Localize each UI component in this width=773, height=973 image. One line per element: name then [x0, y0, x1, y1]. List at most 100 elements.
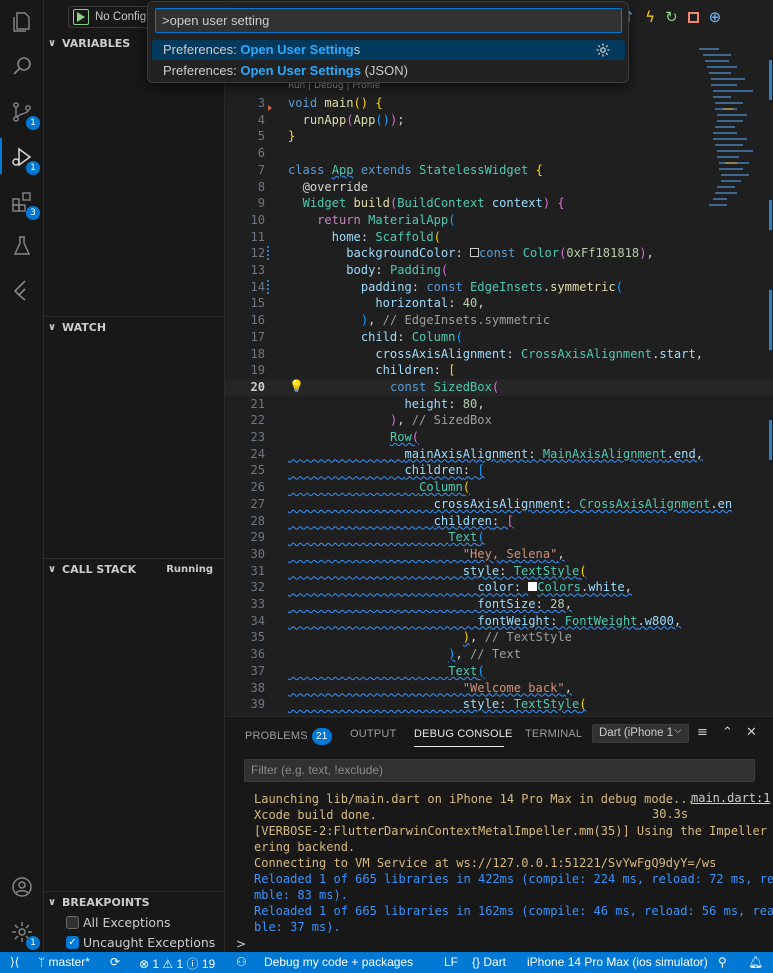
run-debug-icon[interactable]: 1: [8, 143, 40, 175]
breakpoint-label: Uncaught Exceptions: [83, 934, 216, 950]
code-line: 7 class App extends StatelessWidget {: [257, 162, 543, 177]
code-line: 11 home: Scaffold(: [250, 229, 441, 244]
breakpoint-uncaught-exceptions[interactable]: ✓ Uncaught Exceptions: [66, 932, 215, 952]
code-line: 15 horizontal: 40,: [250, 296, 485, 311]
stop-icon[interactable]: [687, 11, 699, 23]
flutter-icon[interactable]: [8, 276, 36, 304]
chevron-down-icon: ∨: [48, 897, 57, 908]
bottom-panel: PROBLEMS 21 OUTPUT DEBUG CONSOLE TERMINAL…: [225, 716, 773, 952]
maximize-panel-icon[interactable]: ⌃: [722, 725, 733, 740]
console-source-link[interactable]: main.dart:1: [691, 791, 770, 805]
code-line: 36 ), // Text: [250, 647, 521, 662]
editor-scrollbar[interactable]: [766, 0, 773, 716]
status-bar: ⟩⟨ ᛘ master* ⟳ ⊗ 1 ⚠ 1 ⓘ 19 ⚇ Debug my c…: [0, 952, 773, 973]
source-control-icon[interactable]: 1: [8, 98, 40, 130]
repl-prompt[interactable]: >: [236, 937, 246, 951]
console-line: Launching lib/main.dart on iPhone 14 Pro…: [254, 792, 695, 806]
debug-config-select[interactable]: No Configu: [95, 11, 153, 23]
account-icon[interactable]: [8, 873, 36, 901]
palette-item-match: Open User Settings: [240, 63, 361, 78]
remote-icon[interactable]: ⟩⟨: [10, 955, 19, 969]
breakpoint-checkbox-checked[interactable]: ✓: [66, 935, 79, 949]
code-line: 30 "Hey, Selena",: [250, 546, 565, 561]
branch-status[interactable]: ᛘ master*: [38, 955, 90, 969]
search-icon[interactable]: [8, 52, 36, 80]
notifications-bell-icon[interactable]: 🔔︎: [748, 955, 763, 969]
explorer-icon[interactable]: [8, 8, 36, 36]
minimap[interactable]: [697, 44, 763, 224]
palette-item-open-user-settings[interactable]: Preferences: Open User Settings: [152, 40, 625, 60]
manage-gear-icon[interactable]: 1: [8, 918, 40, 950]
breakpoint-checkbox[interactable]: [66, 915, 79, 929]
command-palette-input[interactable]: >open user setting: [155, 8, 622, 33]
watch-section-header[interactable]: ∨ WATCH: [44, 316, 225, 338]
console-line: ering backend.: [254, 840, 356, 854]
debug-config-toolbar[interactable]: No Configu: [68, 6, 158, 28]
tab-problems[interactable]: PROBLEMS 21: [245, 728, 332, 745]
code-line: 17 child: Column(: [250, 329, 463, 344]
console-line: mble: 83 ms).: [254, 888, 348, 902]
code-line: 34 fontWeight: FontWeight.w800,: [250, 613, 682, 628]
chevron-down-icon: ∨: [48, 322, 57, 333]
console-build-time: 30.3s: [652, 807, 689, 821]
language-status[interactable]: {} Dart: [472, 955, 506, 969]
active-indicator: [0, 138, 2, 174]
run-debug-badge: 1: [26, 161, 40, 175]
extensions-badge: 3: [26, 206, 40, 220]
tab-output[interactable]: OUTPUT: [350, 728, 396, 740]
device-status[interactable]: iPhone 14 Pro Max (ios simulator): [527, 955, 708, 969]
code-line: 29 Text(: [250, 530, 485, 545]
code-line: 8 @override: [257, 179, 369, 194]
code-line: 10 return MaterialApp(: [250, 212, 456, 227]
problems-status[interactable]: ⊗ 1 ⚠ 1 ⓘ 19: [139, 955, 215, 972]
console-filter-input[interactable]: Filter (e.g. text, !exclude): [244, 759, 755, 782]
lightbulb-icon[interactable]: 💡: [289, 379, 304, 393]
eol-status[interactable]: LF: [444, 955, 458, 969]
call-stack-status: Running: [166, 564, 213, 575]
code-line: 27 crossAxisAlignment: CrossAxisAlignmen…: [250, 496, 733, 511]
console-line: Reloaded 1 of 665 libraries in 162ms (co…: [254, 904, 773, 918]
feedback-icon[interactable]: ⚲: [718, 955, 727, 969]
code-line: 21 height: 80,: [250, 396, 485, 411]
chevron-down-icon: ⌵: [674, 725, 682, 736]
restart-icon[interactable]: ↻: [665, 8, 678, 26]
code-line: 13 body: Padding(: [250, 263, 449, 277]
code-line: 18 crossAxisAlignment: CrossAxisAlignmen…: [250, 346, 704, 361]
code-line: 37 Text(: [250, 663, 485, 678]
palette-item-open-user-settings-json[interactable]: Preferences: Open User Settings (JSON): [152, 61, 625, 81]
start-debugging-icon[interactable]: [73, 9, 89, 25]
configure-keybinding-gear-icon[interactable]: [595, 42, 611, 58]
debug-config-status[interactable]: Debug my code + packages: [264, 955, 413, 969]
console-line: Connecting to VM Service at ws://127.0.0…: [254, 856, 717, 870]
hot-reload-icon[interactable]: ϟ: [645, 8, 655, 26]
flutter-inspector-icon[interactable]: ⊕: [709, 8, 722, 26]
code-line: 39 style: TextStyle(: [250, 697, 587, 712]
breakpoints-title: BREAKPOINTS: [62, 896, 150, 909]
breakpoints-section-header[interactable]: ∨ BREAKPOINTS: [44, 891, 225, 913]
chevron-down-icon: ∨: [48, 564, 57, 575]
code-line: 33 fontSize: 28,: [250, 597, 572, 611]
debug-sidebar: No Configu ∨ VARIABLES ∨ WATCH ∨ CALL ST…: [44, 0, 225, 952]
variables-title: VARIABLES: [62, 36, 131, 50]
breakpoint-all-exceptions[interactable]: All Exceptions: [66, 912, 171, 932]
activity-bar: 1 1 3 1: [0, 0, 44, 952]
sync-icon[interactable]: ⟳: [110, 955, 120, 969]
testing-icon[interactable]: [8, 232, 36, 260]
tab-terminal[interactable]: TERMINAL: [525, 728, 582, 740]
debug-icon: ⚇: [236, 955, 247, 969]
call-stack-title: CALL STACK: [62, 563, 137, 576]
code-line: 24 mainAxisAlignment: MainAxisAlignment.…: [250, 446, 704, 461]
clear-console-icon[interactable]: ≡: [697, 725, 708, 740]
tab-debug-console[interactable]: DEBUG CONSOLE: [414, 728, 513, 740]
code-line: 25 children: [: [250, 463, 485, 478]
console-line: ble: 37 ms).: [254, 920, 341, 934]
console-line: Reloaded 1 of 665 libraries in 422ms (co…: [254, 872, 773, 886]
code-line: 26 Column(: [250, 480, 471, 495]
palette-item-prefix: Preferences:: [163, 42, 241, 57]
branch-icon: ᛘ: [38, 955, 49, 969]
extensions-icon[interactable]: 3: [8, 188, 40, 220]
call-stack-section-header[interactable]: ∨ CALL STACK Running: [44, 558, 225, 580]
problems-count-badge: 21: [311, 728, 332, 745]
console-line: Xcode build done.: [254, 808, 377, 822]
close-panel-icon[interactable]: ✕: [746, 725, 757, 740]
